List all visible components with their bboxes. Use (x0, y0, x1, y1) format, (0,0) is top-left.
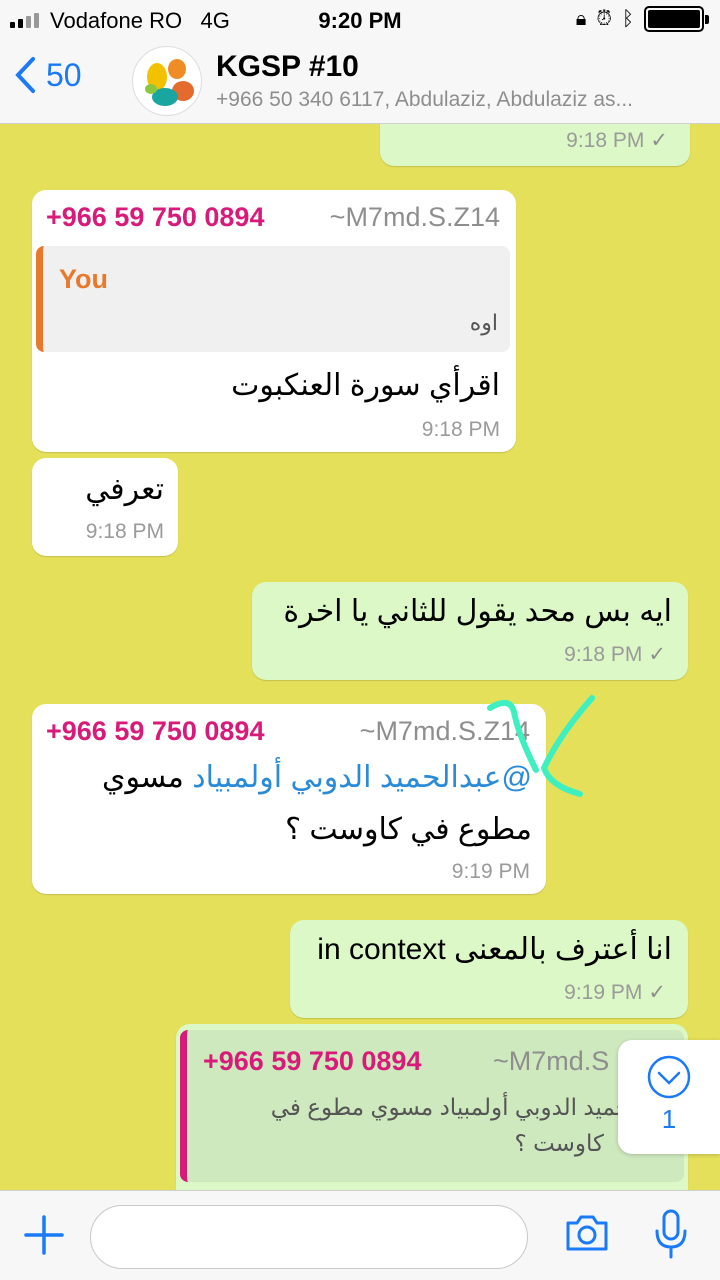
input-bar (0, 1190, 720, 1280)
bluetooth-icon: ᛒ (622, 7, 634, 30)
message-time: 9:18 PM (421, 418, 500, 441)
message-input[interactable] (90, 1205, 528, 1269)
message-time: 9:19 PM (564, 981, 643, 1004)
check-icon: ✓ (650, 129, 668, 152)
message-text: تعرفي (85, 473, 164, 506)
battery-icon (644, 6, 709, 32)
message-incoming[interactable]: +966 59 750 0894 ~M7md.S.Z14 @عبدالحميد … (32, 704, 546, 894)
camera-icon[interactable] (564, 1213, 610, 1253)
top-bar: Vodafone RO 4G 9:20 PM 🔒︎ ⏰︎ ᛒ 50 KGSP #… (0, 0, 720, 124)
message-outgoing[interactable]: 9:18 PM ✓ (380, 124, 690, 166)
drawn-annotation (487, 695, 595, 797)
chevron-down-icon (647, 1055, 691, 1099)
unread-count: 1 (661, 1104, 677, 1134)
check-icon: ✓ (648, 643, 666, 666)
quote-sender: You (59, 264, 108, 294)
message-text: مسوي (102, 761, 193, 794)
chat-title[interactable]: KGSP #10 (216, 50, 359, 84)
message-sender: +966 59 750 0894 (46, 716, 265, 746)
message-time: 9:18 PM (85, 520, 164, 543)
back-button[interactable]: 50 (14, 56, 82, 94)
chat-area[interactable]: 9:18 PM ✓ +966 59 750 0894 ~M7md.S.Z14 Yo… (0, 124, 720, 1190)
message-outgoing[interactable]: انا أعترف بالمعنى in context 9:19 PM ✓ (290, 920, 688, 1018)
group-logo-icon (145, 59, 194, 106)
message-text: اقرأي سورة العنكبوت (231, 369, 500, 402)
message-text: انا أعترف بالمعنى in context (317, 933, 672, 966)
participants-subtitle[interactable]: +966 50 340 6117, Abdulaziz, Abdulaziz a… (216, 88, 633, 112)
message-outgoing[interactable]: ايه بس محد يقول للثاني يا اخرة 9:18 PM ✓ (252, 582, 688, 680)
quote-text: الحميد الدوبي أولمبياد مسوي مطوع في (270, 1094, 644, 1120)
check-icon: ✓ (648, 981, 666, 1004)
message-incoming[interactable]: +966 59 750 0894 ~M7md.S.Z14 You اوه اقر… (32, 190, 516, 452)
quoted-message[interactable]: +966 59 750 0894 ~M7md.S الحميد الدوبي أ… (180, 1030, 684, 1182)
group-avatar[interactable] (132, 46, 202, 116)
rotation-lock-icon: 🔒︎ (575, 7, 587, 30)
message-time: 9:18 PM (564, 643, 643, 666)
message-time: 9:18 PM (566, 129, 645, 152)
message-text: مطوع في كاوست ؟ (285, 813, 532, 846)
quote-alias: ~M7md.S (493, 1046, 610, 1076)
message-text: ايه بس محد يقول للثاني يا اخرة (283, 595, 672, 628)
microphone-icon[interactable] (654, 1209, 688, 1261)
message-incoming[interactable]: تعرفي 9:18 PM (32, 458, 178, 556)
plus-icon[interactable] (24, 1211, 64, 1259)
status-bar: Vodafone RO 4G 9:20 PM 🔒︎ ⏰︎ ᛒ (0, 0, 720, 40)
chevron-left-icon (15, 57, 35, 93)
quote-text: اوه (469, 310, 498, 335)
message-sender: +966 59 750 0894 (46, 202, 265, 232)
back-count: 50 (46, 56, 82, 93)
message-alias: ~M7md.S.Z14 (329, 202, 500, 232)
scroll-to-bottom-button[interactable]: 1 (618, 1040, 720, 1154)
quoted-message[interactable]: You اوه (36, 246, 510, 352)
quote-sender: +966 59 750 0894 (203, 1046, 422, 1076)
message-outgoing[interactable]: +966 59 750 0894 ~M7md.S الحميد الدوبي أ… (176, 1024, 688, 1190)
quote-text: كاوست ؟ (514, 1130, 604, 1156)
alarm-icon: ⏰︎ (596, 7, 612, 30)
message-time: 9:19 PM (451, 860, 530, 883)
